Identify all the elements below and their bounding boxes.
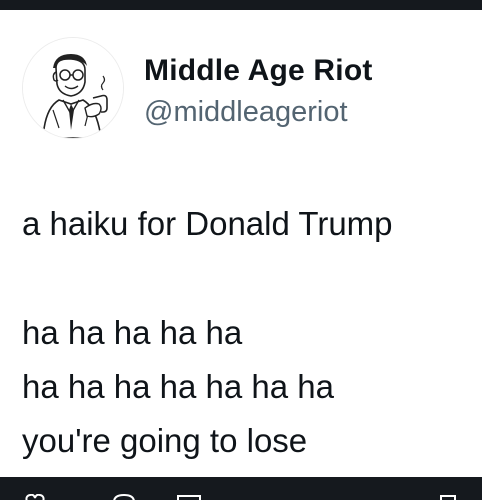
tweet-text-line: a haiku for Donald Trump: [22, 205, 393, 242]
retro-man-pipe-avatar-icon: [23, 38, 123, 138]
share-icon[interactable]: [176, 494, 202, 500]
action-bar: [0, 477, 482, 500]
comment-icon[interactable]: [112, 494, 136, 500]
heart-icon[interactable]: [24, 494, 46, 500]
bookmark-icon[interactable]: [438, 494, 458, 500]
screenshot-frame: Middle Age Riot @middleageriot a haiku f…: [0, 0, 482, 500]
tweet-text-line: you're going to lose: [22, 422, 308, 459]
top-bar: [0, 0, 482, 10]
avatar[interactable]: [22, 37, 124, 139]
tweet-text-line: ha ha ha ha ha: [22, 314, 243, 351]
author-handle[interactable]: @middleageriot: [144, 96, 348, 129]
author-display-name[interactable]: Middle Age Riot: [144, 54, 373, 88]
tweet-card[interactable]: Middle Age Riot @middleageriot a haiku f…: [0, 10, 482, 477]
tweet-text-line: ha ha ha ha ha ha ha: [22, 368, 334, 405]
